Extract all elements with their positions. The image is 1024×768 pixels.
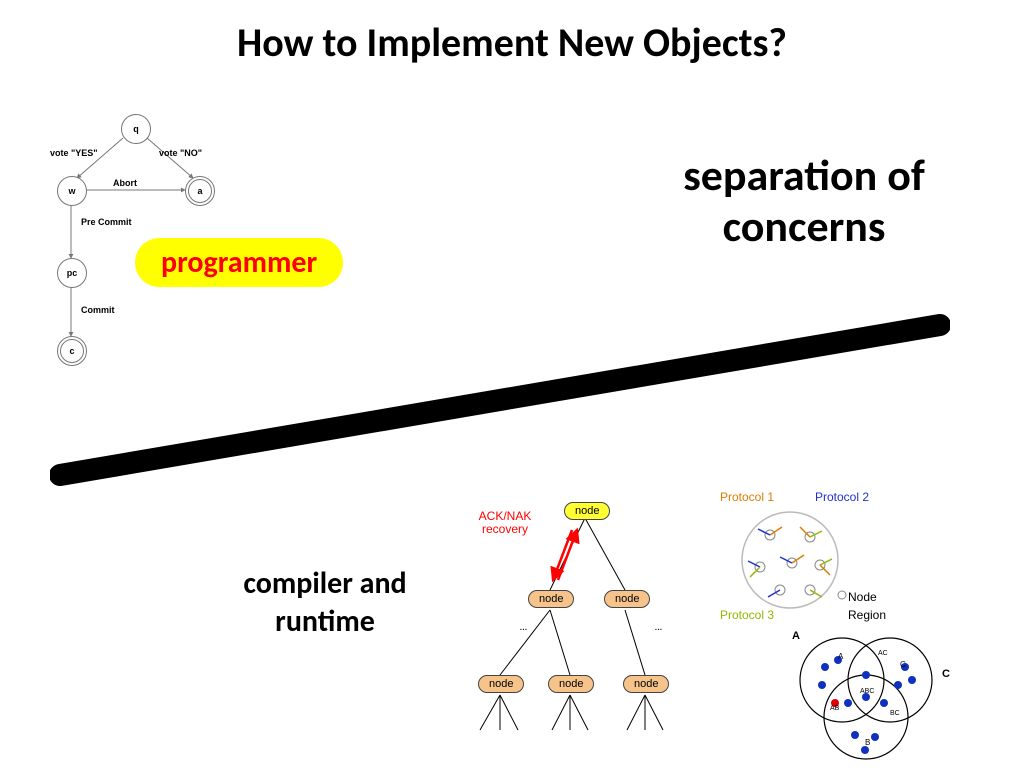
slide: How to Implement New Objects? separation… [0, 0, 1024, 768]
sm-node-pc: pc [57, 258, 87, 288]
sm-node-a: a [185, 176, 215, 206]
venn-AC: AC [878, 650, 888, 657]
sm-edge-vote-yes: vote "YES" [50, 148, 98, 158]
sm-edge-precommit: Pre Commit [81, 218, 121, 227]
venn-C: C [942, 668, 950, 680]
tree-node: node [528, 590, 574, 608]
venn-diagram-icon [780, 625, 980, 768]
venn-AB: AB [830, 705, 839, 712]
ack-nak-label: ACK/NAK recovery [470, 510, 540, 536]
venn-A2: A [838, 652, 843, 661]
svg-text:…: … [655, 620, 662, 633]
venn-A: A [792, 630, 800, 642]
tree-node: node [604, 590, 650, 608]
sm-edge-abort: Abort [113, 178, 137, 188]
sm-edge-commit: Commit [81, 305, 115, 315]
protocol-network-icon [720, 505, 880, 625]
sm-node-c: c [57, 336, 87, 366]
tree-node: node [548, 675, 594, 693]
sm-node-w: w [57, 176, 87, 206]
protocol1-label: Protocol 1 [720, 490, 774, 504]
state-machine-diagram: q w a pc c vote "YES" vote "NO" Abort Pr… [35, 100, 275, 380]
tree-node: node [478, 675, 524, 693]
protocol2-label: Protocol 2 [815, 490, 869, 504]
sm-node-q: q [121, 114, 151, 144]
venn-B2: B [865, 738, 870, 747]
sm-edge-precommit-text: Pre Commit [81, 218, 121, 227]
compiler-runtime-label: compiler and runtime [195, 565, 455, 640]
separation-of-concerns-label: separation of concerns [624, 150, 984, 251]
svg-text:…: … [520, 620, 527, 633]
tree-node: node [623, 675, 669, 693]
venn-C2: C [900, 660, 906, 669]
protocol-diagram: Protocol 1 Protocol 2 Protocol 3 Node Re… [720, 490, 1000, 768]
tree-node-root: node [564, 502, 610, 520]
slide-title: How to Implement New Objects? [0, 18, 1024, 67]
venn-BC: BC [890, 710, 900, 717]
sm-edge-vote-no: vote "NO" [159, 148, 202, 158]
node-tree-diagram: … … node node node node node node ACK/NA… [460, 490, 710, 750]
venn-ABC: ABC [860, 688, 874, 695]
